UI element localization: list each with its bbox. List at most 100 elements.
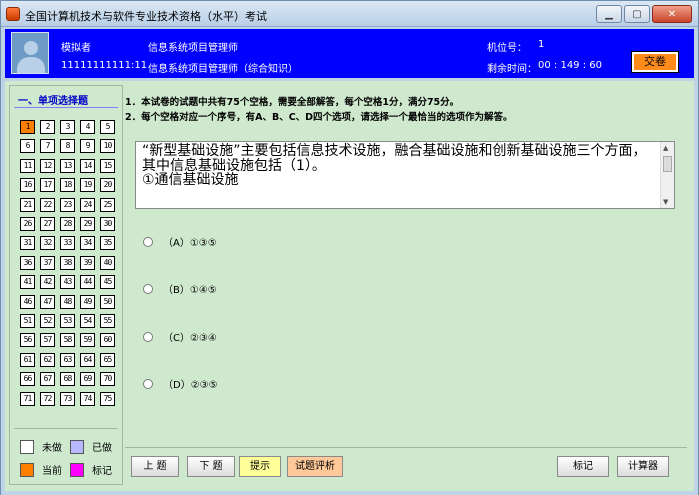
question-number-28[interactable]: 28 xyxy=(60,217,75,231)
question-number-47[interactable]: 47 xyxy=(40,294,55,309)
question-scrollbar[interactable]: ▲ ▼ xyxy=(660,142,674,208)
question-number-51[interactable]: 51 xyxy=(20,314,35,328)
question-number-27[interactable]: 27 xyxy=(40,217,55,231)
question-number-56[interactable]: 56 xyxy=(20,333,35,348)
scroll-thumb[interactable] xyxy=(663,156,672,172)
option-d-radio[interactable] xyxy=(143,378,153,389)
question-number-72[interactable]: 72 xyxy=(40,391,55,406)
question-number-30[interactable]: 30 xyxy=(100,217,115,231)
question-number-19[interactable]: 19 xyxy=(80,178,95,193)
question-number-26[interactable]: 26 xyxy=(20,217,35,231)
option-c[interactable]: （C）②③④ xyxy=(143,329,217,344)
question-number-13[interactable]: 13 xyxy=(60,158,75,173)
question-number-1[interactable]: 1 xyxy=(20,120,35,134)
option-b[interactable]: （B）①④⑤ xyxy=(143,281,217,296)
question-number-32[interactable]: 32 xyxy=(40,236,55,251)
question-number-44[interactable]: 44 xyxy=(80,275,95,290)
question-number-49[interactable]: 49 xyxy=(80,294,95,309)
mark-button[interactable]: 标记 xyxy=(557,456,609,477)
question-number-21[interactable]: 21 xyxy=(20,197,35,212)
question-number-71[interactable]: 71 xyxy=(20,391,35,406)
question-number-48[interactable]: 48 xyxy=(60,294,75,309)
question-number-66[interactable]: 66 xyxy=(20,372,35,387)
question-number-55[interactable]: 55 xyxy=(100,314,115,328)
question-number-20[interactable]: 20 xyxy=(100,178,115,193)
question-number-29[interactable]: 29 xyxy=(80,217,95,231)
question-number-50[interactable]: 50 xyxy=(100,294,115,309)
question-number-41[interactable]: 41 xyxy=(20,275,35,290)
question-number-69[interactable]: 69 xyxy=(80,372,95,387)
question-number-42[interactable]: 42 xyxy=(40,275,55,290)
question-number-43[interactable]: 43 xyxy=(60,275,75,290)
question-number-59[interactable]: 59 xyxy=(80,333,95,348)
option-a-radio[interactable] xyxy=(143,236,153,247)
question-number-2[interactable]: 2 xyxy=(40,120,55,134)
question-number-58[interactable]: 58 xyxy=(60,333,75,348)
question-number-62[interactable]: 62 xyxy=(40,352,55,367)
minimize-button[interactable]: ▁ xyxy=(596,5,622,23)
question-number-73[interactable]: 73 xyxy=(60,391,75,406)
question-number-24[interactable]: 24 xyxy=(80,197,95,212)
question-number-39[interactable]: 39 xyxy=(80,255,95,270)
question-number-65[interactable]: 65 xyxy=(100,352,115,367)
option-a[interactable]: （A）①③⑤ xyxy=(143,234,217,249)
question-number-8[interactable]: 8 xyxy=(60,139,75,154)
question-number-57[interactable]: 57 xyxy=(40,333,55,348)
question-number-23[interactable]: 23 xyxy=(60,197,75,212)
question-number-75[interactable]: 75 xyxy=(100,391,115,406)
question-number-4[interactable]: 4 xyxy=(80,120,95,134)
question-number-14[interactable]: 14 xyxy=(80,158,95,173)
question-number-67[interactable]: 67 xyxy=(40,372,55,387)
question-number-38[interactable]: 38 xyxy=(60,255,75,270)
question-number-10[interactable]: 10 xyxy=(100,139,115,154)
option-c-radio[interactable] xyxy=(143,331,153,342)
option-b-radio[interactable] xyxy=(143,283,153,294)
question-number-16[interactable]: 16 xyxy=(20,178,35,193)
question-number-53[interactable]: 53 xyxy=(60,314,75,328)
question-number-35[interactable]: 35 xyxy=(100,236,115,251)
option-d[interactable]: （D）②③⑤ xyxy=(143,376,218,391)
question-number-54[interactable]: 54 xyxy=(80,314,95,328)
question-number-18[interactable]: 18 xyxy=(60,178,75,193)
question-number-22[interactable]: 22 xyxy=(40,197,55,212)
calculator-button[interactable]: 计算器 xyxy=(617,456,669,477)
seat-label: 机位号： xyxy=(487,43,527,54)
question-number-15[interactable]: 15 xyxy=(100,158,115,173)
close-button[interactable]: ✕ xyxy=(652,5,692,23)
question-number-3[interactable]: 3 xyxy=(60,120,75,134)
question-textbox[interactable]: “新型基础设施”主要包括信息技术设施，融合基础设施和创新基础设施三个方面，其中信… xyxy=(135,141,675,209)
question-number-40[interactable]: 40 xyxy=(100,255,115,270)
question-number-52[interactable]: 52 xyxy=(40,314,55,328)
next-question-button[interactable]: 下 题 xyxy=(187,456,235,477)
question-number-9[interactable]: 9 xyxy=(80,139,95,154)
submit-exam-button[interactable]: 交卷 xyxy=(631,51,679,73)
question-number-37[interactable]: 37 xyxy=(40,255,55,270)
question-analysis-button[interactable]: 试题评析 xyxy=(287,456,343,477)
previous-question-button[interactable]: 上 题 xyxy=(131,456,179,477)
question-number-31[interactable]: 31 xyxy=(20,236,35,251)
hint-button[interactable]: 提示 xyxy=(239,456,281,477)
question-number-68[interactable]: 68 xyxy=(60,372,75,387)
question-number-60[interactable]: 60 xyxy=(100,333,115,348)
question-number-63[interactable]: 63 xyxy=(60,352,75,367)
question-number-70[interactable]: 70 xyxy=(100,372,115,387)
question-number-34[interactable]: 34 xyxy=(80,236,95,251)
question-number-61[interactable]: 61 xyxy=(20,352,35,367)
title-bar[interactable]: 全国计算机技术与软件专业技术资格（水平）考试 ▁ ▢ ✕ xyxy=(1,1,698,27)
question-number-5[interactable]: 5 xyxy=(100,120,115,134)
question-number-64[interactable]: 64 xyxy=(80,352,95,367)
scroll-up-arrow-icon[interactable]: ▲ xyxy=(663,144,668,152)
question-number-45[interactable]: 45 xyxy=(100,275,115,290)
question-number-6[interactable]: 6 xyxy=(20,139,35,154)
question-number-12[interactable]: 12 xyxy=(40,158,55,173)
scroll-down-arrow-icon[interactable]: ▼ xyxy=(663,198,668,206)
question-number-11[interactable]: 11 xyxy=(20,158,35,173)
maximize-button[interactable]: ▢ xyxy=(624,5,650,23)
question-number-7[interactable]: 7 xyxy=(40,139,55,154)
question-number-33[interactable]: 33 xyxy=(60,236,75,251)
question-number-46[interactable]: 46 xyxy=(20,294,35,309)
question-number-17[interactable]: 17 xyxy=(40,178,55,193)
question-number-36[interactable]: 36 xyxy=(20,255,35,270)
question-number-74[interactable]: 74 xyxy=(80,391,95,406)
question-number-25[interactable]: 25 xyxy=(100,197,115,212)
